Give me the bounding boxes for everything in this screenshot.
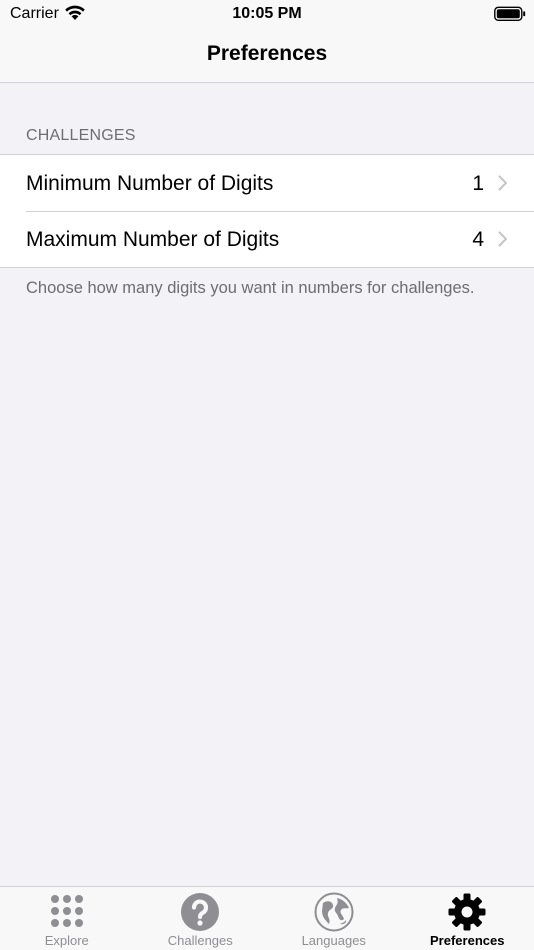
tab-bar: Explore Challenges Languages Preferences [0,886,534,950]
row-value: 4 [472,228,484,251]
tab-preferences[interactable]: Preferences [401,887,534,950]
globe-icon [314,892,354,932]
grid-dots-icon [47,892,87,932]
row-label: Maximum Number of Digits [26,228,280,251]
min-digits-row[interactable]: Minimum Number of Digits 1 [0,155,534,211]
tab-label: Challenges [167,933,233,948]
tab-explore[interactable]: Explore [0,887,134,950]
max-digits-row[interactable]: Maximum Number of Digits 4 [0,211,534,267]
challenges-settings-group: Minimum Number of Digits 1 Maximum Numbe… [0,154,534,268]
tab-label: Languages [301,933,366,948]
page-title: Preferences [206,42,328,65]
question-circle-icon [180,892,220,932]
status-time: 10:05 PM [232,5,302,22]
section-footer: Choose how many digits you want in numbe… [26,279,475,297]
row-label: Minimum Number of Digits [26,172,274,195]
gear-icon [447,892,487,932]
tab-challenges[interactable]: Challenges [134,887,268,950]
chevron-right-icon [498,231,508,252]
chevron-right-icon [498,175,508,196]
row-value: 1 [472,172,484,195]
top-bar: Carrier 10:05 PM Preferences [0,0,534,83]
tab-languages[interactable]: Languages [267,887,401,950]
battery-icon [494,6,526,27]
tab-label: Explore [44,933,89,948]
preferences-screen: Carrier 10:05 PM Preferences CHALLENGES [0,0,534,950]
status-bar: Carrier 10:05 PM [0,0,534,28]
tab-label: Preferences [430,933,505,948]
section-header: CHALLENGES [26,127,136,144]
